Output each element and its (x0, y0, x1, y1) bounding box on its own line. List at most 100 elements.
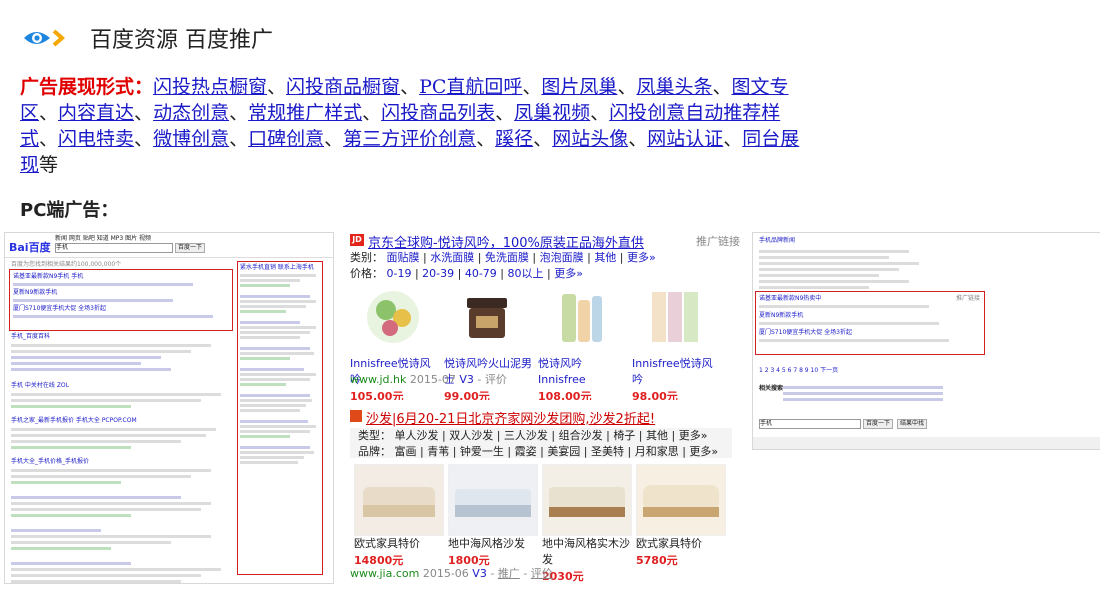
product-name[interactable]: 地中海风格实木沙发 (542, 536, 630, 568)
type-link[interactable]: 双人沙发 (449, 429, 493, 442)
bottom-search-input[interactable]: 手机 (759, 419, 861, 429)
brand-link[interactable]: 美宴园 (547, 445, 580, 458)
ad-form-link[interactable]: 内容直达 (58, 102, 134, 124)
price-link[interactable]: 20-39 (422, 267, 454, 280)
brand-link[interactable]: 富画 (395, 445, 417, 458)
brand-link[interactable]: 钟爱一生 (460, 445, 504, 458)
jd-price-row: 价格： 0-19 | 20-39 | 40-79 | 80以上 | 更多» (350, 267, 583, 280)
product-price: 2030元 (542, 570, 584, 583)
category-link[interactable]: 面贴膜 (387, 251, 420, 264)
ad-form-link[interactable]: 常规推广样式 (248, 102, 362, 124)
jd-footer: www.jd.hk 2015-07 V3 - 评价 (350, 373, 507, 386)
right-ad-title[interactable]: 紧水手机直销 联系上海手机 (240, 264, 320, 272)
news-title[interactable]: 手机品牌新闻 (759, 237, 795, 245)
ad-form-link[interactable]: 网站认证 (647, 128, 723, 150)
ad-form-link[interactable]: 口碑创意 (248, 128, 324, 150)
baidu-nav: 新闻 网页 贴吧 知道 MP3 图片 视频 (55, 235, 152, 242)
type-link[interactable]: 组合沙发 (559, 429, 603, 442)
bottom-search-button[interactable]: 百度一下 (863, 419, 894, 429)
ad-title[interactable]: 诺基亚最新款N9热卖中 (759, 295, 981, 303)
ads-box: 诺基亚最新款N9热卖中 推广链接 夏新N9新款手机 厦门S710便宜手机大促 全… (755, 291, 985, 355)
v-badge[interactable]: V3 (472, 567, 487, 580)
pagination[interactable]: 1 2 3 4 5 6 7 8 9 10 下一页 (759, 367, 838, 375)
baidu-search-button[interactable]: 百度一下 (175, 243, 206, 253)
page-title: 百度资源 百度推广 (90, 28, 273, 53)
search-in-results-button[interactable]: 结果中找 (897, 419, 928, 429)
product-image (548, 284, 614, 350)
review-link[interactable]: 评价 (531, 567, 553, 580)
result-title[interactable]: 手机之家_最新手机报价 手机大全 PCPOP.COM (11, 417, 231, 425)
jd-product-card[interactable]: 悦诗风吟Innisfree 108.00元 (538, 284, 628, 400)
brand-link[interactable]: 圣美特 (591, 445, 624, 458)
ad-title[interactable]: 厦门S710便宜手机大促 全场3折起 (13, 305, 229, 313)
promo-badge: 推广链接 (696, 235, 740, 248)
ad-title[interactable]: 夏新N9新款手机 (13, 289, 229, 297)
ad-form-link[interactable]: 凤巢头条 (636, 76, 712, 98)
ad-form-link[interactable]: 闪投热点橱窗 (153, 76, 267, 98)
review-link[interactable]: 评价 (485, 373, 507, 386)
ad-form-link[interactable]: 微博创意 (153, 128, 229, 150)
product-name[interactable]: 悦诗风吟Innisfree (538, 356, 628, 388)
result-title[interactable]: 手机_百度百科 (11, 333, 231, 341)
type-link[interactable]: 椅子 (613, 429, 635, 442)
product-price: 105.00元 (350, 390, 404, 400)
price-link[interactable]: 40-79 (465, 267, 497, 280)
type-link[interactable]: 单人沙发 (395, 429, 439, 442)
jd-logo: JD (350, 234, 364, 246)
ad-title[interactable]: 诺基亚最新款N9手机 手机 (13, 273, 229, 281)
type-link[interactable]: 其他 (646, 429, 668, 442)
product-name[interactable]: 欧式家具特价 (636, 536, 724, 552)
ad-form-link[interactable]: 网站头像 (552, 128, 628, 150)
product-price: 98.00元 (632, 390, 678, 400)
jia-ad-title[interactable]: 沙发|6月20-21日北京齐家网沙发团购,沙发2折起! (366, 408, 655, 427)
ad-title[interactable]: 厦门S710便宜手机大促 全场3折起 (759, 329, 981, 337)
right-ads-box: 紧水手机直销 联系上海手机 (237, 261, 323, 575)
ad-form-link[interactable]: 图片凤巢 (541, 76, 617, 98)
price-link[interactable]: 更多» (554, 267, 583, 280)
ad-title[interactable]: 夏新N9新款手机 (759, 312, 981, 320)
ad-form-link[interactable]: 闪投商品橱窗 (286, 76, 400, 98)
category-link[interactable]: 免洗面膜 (485, 251, 529, 264)
product-name[interactable]: 地中海风格沙发 (448, 536, 536, 552)
jia-brand-row: 品牌： 富画 | 青苇 | 钟爱一生 | 霞姿 | 美宴园 | 圣美特 | 月和… (358, 445, 719, 458)
result-title[interactable]: 手机大全_手机价格_手机报价 (11, 458, 231, 466)
ad-form-link[interactable]: 蹊径 (495, 128, 533, 150)
price-link[interactable]: 80以上 (508, 267, 544, 280)
price-link[interactable]: 0-19 (387, 267, 412, 280)
brand-link[interactable]: 月和家思 (635, 445, 679, 458)
category-link[interactable]: 泡泡面膜 (540, 251, 584, 264)
jia-product-card[interactable]: 欧式家具特价 14800元 (354, 464, 444, 568)
jd-ad-title[interactable]: 京东全球购-悦诗风吟，100%原装正品海外直供 (368, 232, 644, 251)
promo-link[interactable]: 推广 (498, 567, 520, 580)
type-link[interactable]: 三人沙发 (504, 429, 548, 442)
result-title[interactable]: 手机 中关村在线 ZOL (11, 382, 231, 390)
category-link[interactable]: 更多» (627, 251, 656, 264)
results-count: 百度为您找到相关结果约100,000,000个 (11, 261, 122, 268)
brand-link[interactable]: 青苇 (427, 445, 449, 458)
ad-form-link[interactable]: 闪投商品列表 (381, 102, 495, 124)
ad-form-link[interactable]: 闪电特卖 (58, 128, 134, 150)
eye-icon (22, 26, 66, 50)
v-badge[interactable]: V3 (459, 373, 474, 386)
ad-form-link[interactable]: PC直航回呼 (419, 76, 522, 98)
jia-product-card[interactable]: 欧式家具特价 5780元 (636, 464, 726, 568)
pc-ads-label: PC端广告： (20, 200, 119, 221)
category-link[interactable]: 其他 (594, 251, 616, 264)
type-link[interactable]: 更多» (679, 429, 708, 442)
jd-product-card[interactable]: Innisfree悦诗风吟 98.00元 (632, 284, 722, 400)
ad-form-link[interactable]: 第三方评价创意 (343, 128, 476, 150)
jia-product-card[interactable]: 地中海风格实木沙发 2030元 (542, 464, 632, 584)
jd-ad-screenshot: JD 京东全球购-悦诗风吟，100%原装正品海外直供 推广链接 类别： 面贴膜 … (344, 232, 744, 400)
top-ads-box: 诺基亚最新款N9手机 手机 夏新N9新款手机 厦门S710便宜手机大促 全场3折… (9, 269, 233, 331)
product-name[interactable]: 欧式家具特价 (354, 536, 442, 552)
brand-link[interactable]: 霞姿 (515, 445, 537, 458)
jia-product-card[interactable]: 地中海风格沙发 1800元 (448, 464, 538, 568)
product-name[interactable]: Innisfree悦诗风吟 (632, 356, 722, 388)
baidu-search-input[interactable]: 手机 (55, 243, 173, 253)
ad-form-link[interactable]: 凤巢视频 (514, 102, 590, 124)
jia-type-row: 类型： 单人沙发 | 双人沙发 | 三人沙发 | 组合沙发 | 椅子 | 其他 … (358, 429, 708, 442)
brand-link[interactable]: 更多» (689, 445, 718, 458)
category-link[interactable]: 水洗面膜 (430, 251, 474, 264)
product-image (454, 284, 520, 350)
ad-form-link[interactable]: 动态创意 (153, 102, 229, 124)
